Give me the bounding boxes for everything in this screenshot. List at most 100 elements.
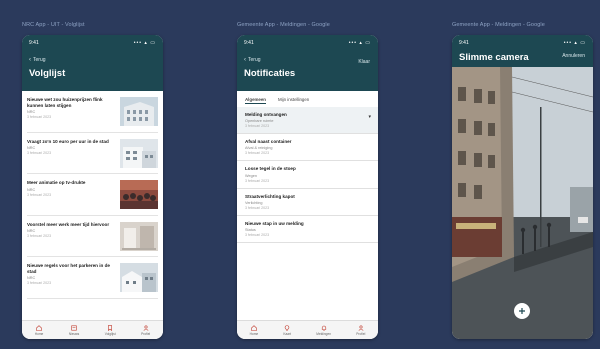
- article-date: 3 februari 2023: [27, 281, 52, 286]
- capture-button[interactable]: [514, 303, 530, 319]
- nav-profile[interactable]: Profiel: [141, 324, 151, 336]
- back-button[interactable]: ‹ Terug: [244, 57, 371, 63]
- status-time: 9:41: [459, 40, 469, 46]
- article-source: NRC: [27, 229, 36, 234]
- bottom-nav: Home Nieuws Volglijst Profiel: [22, 320, 163, 339]
- phone-slimme-camera: 9:41 ••• ▴ ▭ Slimme camera Annuleren: [452, 35, 593, 339]
- street-photo: [452, 67, 593, 339]
- back-label: Terug: [33, 57, 46, 63]
- article-date: 3 februari 2023: [27, 151, 52, 156]
- notification-title: Straatverlichting kapot: [245, 193, 295, 199]
- bookmark-icon: [108, 324, 113, 331]
- nav-watchlist[interactable]: Volglijst: [104, 324, 116, 336]
- page-title: Volglijst: [29, 68, 66, 79]
- chevron-down-icon[interactable]: ▾: [368, 114, 371, 120]
- tab-my-settings[interactable]: Mijn instellingen: [278, 97, 309, 104]
- notification-list: Melding ontvangen Openbare ruimte 3 febr…: [237, 107, 378, 244]
- header: 9:41 ••• ▴ ▭ ‹ Terug Klaar Notificaties: [237, 35, 378, 91]
- article-thumbnail: [120, 97, 158, 126]
- status-time: 9:41: [29, 40, 39, 46]
- nav-label: Profiel: [356, 331, 366, 336]
- nav-label: Nieuws: [68, 331, 80, 336]
- list-item[interactable]: Straatverlichting kapot Verlichting 3 fe…: [237, 189, 378, 216]
- notification-subtitle: Status: [245, 228, 256, 233]
- nav-label: Kaart: [283, 331, 292, 336]
- article-source: NRC: [27, 146, 36, 151]
- done-button[interactable]: Klaar: [358, 59, 370, 65]
- list-item[interactable]: Vraagt zo'n 10 euro per uur in de stad N…: [27, 133, 158, 174]
- tab-bar: Algemeen Mijn instellingen: [237, 91, 378, 107]
- notification-subtitle: Wegen: [245, 173, 257, 178]
- article-date: 3 februari 2023: [27, 192, 52, 197]
- nav-profile[interactable]: Profiel: [356, 324, 366, 336]
- list-item[interactable]: Meer animatie op tv-drukte NRC 3 februar…: [27, 174, 158, 216]
- chevron-left-icon: ‹: [244, 57, 246, 63]
- notification-title: Melding ontvangen: [245, 112, 287, 117]
- phone-volglijst: 9:41 ••• ▴ ▭ ‹ Terug Volglijst Nieuwe wet…: [22, 35, 163, 339]
- caption-left: NRC App - UIT - Volglijst: [22, 22, 85, 28]
- plus-icon: [519, 308, 525, 314]
- article-thumbnail: [120, 221, 158, 251]
- list-item[interactable]: Voorstel meer werk meer tijd hiervoor NR…: [27, 216, 158, 257]
- home-icon: [36, 324, 42, 331]
- notification-subtitle: Afval & reiniging: [245, 146, 273, 151]
- status-bar: 9:41 ••• ▴ ▭: [459, 39, 586, 47]
- article-list: Nieuwe wet zou huizenprijzen flink kunne…: [22, 91, 163, 299]
- article-source: NRC: [27, 187, 36, 192]
- nav-label: Home: [249, 331, 259, 336]
- back-button[interactable]: ‹ Terug: [29, 57, 156, 63]
- article-headline: Nieuwe regels voor het parkeren in de st…: [27, 263, 110, 274]
- notification-title: Losse tegel in de stoep: [245, 166, 296, 172]
- user-icon: [143, 324, 149, 331]
- page-title: Notificaties: [244, 68, 296, 79]
- article-source: NRC: [27, 276, 36, 281]
- notification-date: 3 februari 2023: [245, 233, 270, 238]
- article-source: NRC: [27, 110, 36, 115]
- notification-date: 3 februari 2023: [245, 205, 270, 210]
- caption-right: Gemeente App - Meldingen - Google: [452, 22, 545, 28]
- nav-label: Profiel: [141, 331, 151, 336]
- nav-home[interactable]: Home: [249, 324, 259, 336]
- notification-title: Nieuwe stap in uw melding: [245, 220, 304, 226]
- list-item[interactable]: Nieuwe stap in uw melding Status 3 febru…: [237, 216, 378, 244]
- article-headline: Nieuwe wet zou huizenprijzen flink kunne…: [27, 97, 103, 108]
- list-item[interactable]: Nieuwe regels voor het parkeren in de st…: [27, 257, 158, 299]
- camera-viewfinder: [452, 67, 593, 339]
- list-item[interactable]: Nieuwe wet zou huizenprijzen flink kunne…: [27, 91, 158, 133]
- notification-subtitle: Verlichting: [245, 200, 263, 205]
- nav-notifications[interactable]: Meldingen: [316, 325, 331, 336]
- nav-label: Home: [34, 331, 44, 336]
- tab-general[interactable]: Algemeen: [245, 97, 266, 104]
- back-label: Terug: [248, 57, 261, 63]
- status-bar: 9:41 ••• ▴ ▭: [244, 39, 371, 47]
- nav-news[interactable]: Nieuws: [69, 325, 79, 336]
- nav-map[interactable]: Kaart: [283, 324, 292, 336]
- status-bar: 9:41 ••• ▴ ▭: [29, 39, 156, 47]
- bell-icon: [321, 325, 326, 331]
- article-thumbnail: [120, 138, 158, 168]
- header: 9:41 ••• ▴ ▭ ‹ Terug Volglijst: [22, 35, 163, 91]
- notification-date: 3 februari 2023: [245, 151, 270, 156]
- list-item[interactable]: Melding ontvangen Openbare ruimte 3 febr…: [237, 107, 378, 135]
- chevron-left-icon: ‹: [29, 57, 31, 63]
- notification-title: Afval naast container: [245, 139, 292, 145]
- nav-home[interactable]: Home: [34, 324, 44, 336]
- notification-subtitle: Openbare ruimte: [245, 119, 274, 124]
- nav-label: Meldingen: [316, 331, 332, 336]
- list-item[interactable]: Losse tegel in de stoep Wegen 3 februari…: [237, 161, 378, 189]
- bottom-nav: Home Kaart Meldingen Profiel: [237, 320, 378, 339]
- newspaper-icon: [71, 325, 77, 331]
- article-date: 3 februari 2023: [27, 115, 52, 120]
- article-thumbnail: [120, 263, 158, 292]
- header: 9:41 ••• ▴ ▭ Slimme camera Annuleren: [452, 35, 593, 67]
- cancel-button[interactable]: Annuleren: [562, 53, 585, 59]
- article-date: 3 februari 2023: [27, 234, 52, 239]
- status-time: 9:41: [244, 40, 254, 46]
- list-item[interactable]: Afval naast container Afval & reiniging …: [237, 134, 378, 162]
- article-headline: Voorstel meer werk meer tijd hiervoor: [27, 221, 110, 227]
- home-icon: [251, 324, 257, 331]
- notification-date: 3 februari 2023: [245, 178, 270, 183]
- nav-label: Volglijst: [104, 331, 116, 336]
- user-icon: [358, 324, 364, 331]
- status-icons: ••• ▴ ▭: [563, 40, 586, 46]
